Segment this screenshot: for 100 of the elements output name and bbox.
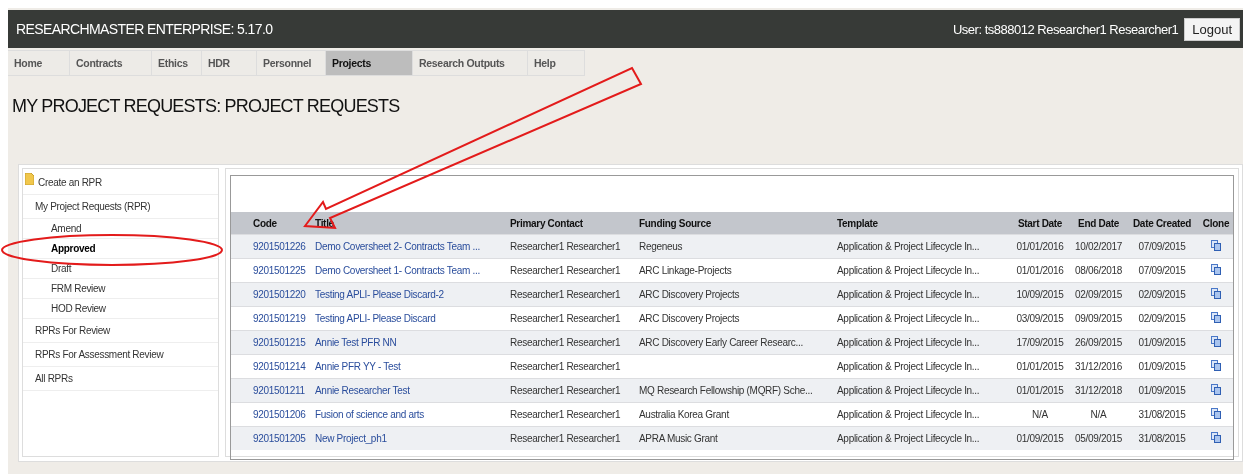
table-cell: 31/08/2015 (1138, 409, 1186, 420)
nav-tab[interactable]: Contracts (70, 50, 152, 76)
table-cell: APRA Music Grant (639, 433, 718, 444)
document-icon (25, 172, 34, 185)
nav-tab[interactable]: Help (528, 50, 585, 76)
table-cell: Researcher1 Researcher1 (510, 385, 621, 396)
table-cell: 01/01/2015 (1016, 385, 1064, 396)
sidebar-item[interactable]: Approved (51, 243, 96, 254)
table-cell: 10/02/2017 (1074, 241, 1123, 252)
table-cell: 01/01/2016 (1016, 265, 1064, 276)
copy-icon[interactable] (1211, 384, 1221, 395)
table-cell: ARC Linkage-Projects (639, 265, 732, 276)
table-cell: Researcher1 Researcher1 (510, 433, 621, 444)
table-cell: 31/12/2016 (1074, 361, 1123, 372)
table-cell: Application & Project Lifecycle In... (837, 337, 980, 348)
table-cell: ARC Discovery Projects (639, 289, 740, 300)
code-link[interactable]: 9201501219 (253, 313, 306, 324)
table-cell: Application & Project Lifecycle In... (837, 361, 980, 372)
table-cell: Researcher1 Researcher1 (510, 241, 621, 252)
table-cell: 01/01/2016 (1016, 241, 1064, 252)
table-cell: N/A (1090, 409, 1107, 420)
table-cell: 01/09/2015 (1138, 385, 1186, 396)
sidebar-item[interactable]: RPRs For Review (35, 325, 110, 336)
app-title: RESEARCHMASTER ENTERPRISE: 5.17.0 (16, 21, 273, 37)
column-header: Funding Source (635, 212, 833, 235)
table-cell: ARC Discovery Projects (639, 313, 740, 324)
column-header: Template (833, 212, 1008, 235)
table-cell: 02/09/2015 (1138, 313, 1186, 324)
title-link[interactable]: Annie PFR YY - Test (315, 361, 401, 372)
copy-icon[interactable] (1211, 336, 1221, 347)
title-link[interactable]: Testing APLI- Please Discard (315, 313, 436, 324)
table-cell: 26/09/2015 (1074, 337, 1123, 348)
table-cell: Researcher1 Researcher1 (510, 361, 621, 372)
sidebar-item[interactable]: My Project Requests (RPR) (35, 201, 151, 212)
table-cell: 02/09/2015 (1138, 289, 1186, 300)
table-cell: 07/09/2015 (1138, 241, 1186, 252)
copy-icon[interactable] (1211, 360, 1221, 371)
sidebar-item[interactable]: Draft (51, 263, 72, 274)
table-cell: Regeneus (639, 241, 683, 252)
table-cell: Researcher1 Researcher1 (510, 265, 621, 276)
nav-tab[interactable]: Personnel (257, 50, 326, 76)
column-header: Code (249, 212, 311, 235)
code-link[interactable]: 9201501206 (253, 409, 306, 420)
nav-tab[interactable]: Ethics (152, 50, 202, 76)
code-link[interactable]: 9201501214 (253, 361, 306, 372)
table-cell: 03/09/2015 (1016, 313, 1064, 324)
nav-tab[interactable]: Projects (326, 50, 413, 76)
sidebar-item[interactable]: Amend (51, 223, 82, 234)
table-cell: Application & Project Lifecycle In... (837, 433, 980, 444)
sidebar-item[interactable]: Create an RPR (38, 177, 102, 188)
table-cell: 08/06/2018 (1074, 265, 1123, 276)
copy-icon[interactable] (1211, 312, 1221, 323)
column-header: Primary Contact (506, 212, 635, 235)
table-cell: 31/08/2015 (1138, 433, 1186, 444)
table-cell: 31/12/2018 (1074, 385, 1123, 396)
copy-icon[interactable] (1211, 288, 1221, 299)
table-cell: Application & Project Lifecycle In... (837, 241, 980, 252)
title-link[interactable]: New Project_ph1 (315, 433, 387, 444)
sidebar-item[interactable]: All RPRs (35, 373, 73, 384)
table-cell: Application & Project Lifecycle In... (837, 313, 980, 324)
table-cell: Australia Korea Grant (639, 409, 729, 420)
copy-icon[interactable] (1211, 408, 1221, 419)
logout-button[interactable]: Logout (1184, 17, 1240, 41)
table-cell: 01/01/2015 (1016, 361, 1064, 372)
nav-tab[interactable]: Research Outputs (413, 50, 528, 76)
sidebar-item[interactable]: FRM Review (51, 283, 106, 294)
nav-tab[interactable]: Home (8, 50, 70, 76)
table-cell: 02/09/2015 (1074, 289, 1123, 300)
column-header: Date Created (1125, 212, 1195, 235)
nav-tab[interactable]: HDR (202, 50, 257, 76)
column-header: Clone (1195, 212, 1233, 235)
table-cell: Researcher1 Researcher1 (510, 337, 621, 348)
sidebar-item[interactable]: HOD Review (51, 303, 106, 314)
title-link[interactable]: Annie Test PFR NN (315, 337, 397, 348)
table-cell: 05/09/2015 (1074, 433, 1123, 444)
table-cell: Application & Project Lifecycle In... (837, 289, 980, 300)
table-cell: N/A (1032, 409, 1048, 420)
copy-icon[interactable] (1211, 432, 1221, 443)
title-link[interactable]: Fusion of science and arts (315, 409, 424, 420)
table-cell: Application & Project Lifecycle In... (837, 385, 980, 396)
table-cell: 01/09/2015 (1138, 337, 1186, 348)
copy-icon[interactable] (1211, 264, 1221, 275)
page-title: MY PROJECT REQUESTS: PROJECT REQUESTS (12, 96, 401, 117)
sidebar-item[interactable]: RPRs For Assessment Review (35, 349, 164, 360)
table-cell: 07/09/2015 (1138, 265, 1186, 276)
table-cell: 17/09/2015 (1016, 337, 1064, 348)
column-header: End Date (1068, 212, 1125, 235)
title-link[interactable]: Demo Coversheet 1- Contracts Team ... (315, 265, 480, 276)
table-cell: 01/09/2015 (1016, 433, 1064, 444)
table-cell: Researcher1 Researcher1 (510, 409, 621, 420)
column-header: Start Date (1008, 212, 1068, 235)
copy-icon[interactable] (1211, 240, 1221, 251)
code-link[interactable]: 9201501225 (253, 265, 306, 276)
table-cell: Application & Project Lifecycle In... (837, 409, 980, 420)
table-cell: Application & Project Lifecycle In... (837, 265, 980, 276)
table-cell: 09/09/2015 (1074, 313, 1123, 324)
table-cell: Researcher1 Researcher1 (510, 289, 621, 300)
table-cell: ARC Discovery Early Career Researc... (639, 337, 803, 348)
table-cell: MQ Research Fellowship (MQRF) Sche... (639, 385, 813, 396)
user-label: User: ts888012 Researcher1 Researcher1 (953, 21, 1179, 37)
